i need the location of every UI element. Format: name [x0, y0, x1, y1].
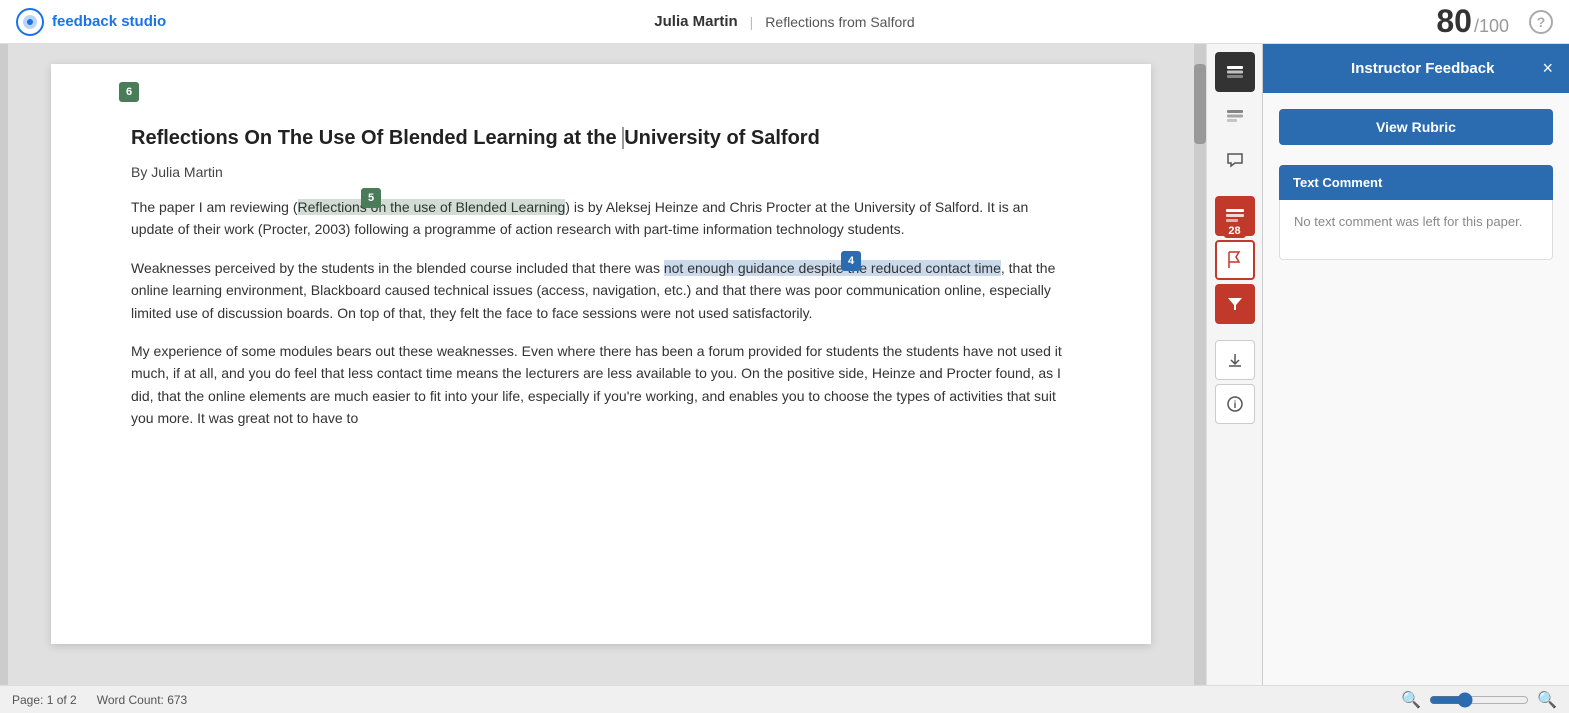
- para1-highlight: Reflections on the use of Blended Learni…: [298, 199, 566, 215]
- layers-tool-button[interactable]: [1215, 52, 1255, 92]
- paragraph-2: Weaknesses perceived by the students in …: [131, 257, 1071, 324]
- layers-icon: [1225, 62, 1245, 82]
- badge-6-container: 6: [119, 82, 139, 104]
- panel-body: View Rubric Text Comment No text comment…: [1263, 93, 1569, 685]
- speech-icon: [1225, 150, 1245, 170]
- panel-close-button[interactable]: ×: [1542, 58, 1553, 79]
- para1-pre: The paper I am reviewing (: [131, 199, 298, 215]
- rubric-icon: [1225, 208, 1245, 224]
- paper-author: By Julia Martin: [131, 164, 1071, 180]
- download-icon: [1227, 352, 1243, 368]
- score-number: 80: [1436, 3, 1472, 40]
- logo: feedback studio: [16, 8, 166, 36]
- info-tool-button[interactable]: i: [1215, 384, 1255, 424]
- document-area[interactable]: 6 Reflections On The Use Of Blended Lear…: [8, 44, 1194, 685]
- paper-title: Reflections On The Use Of Blended Learni…: [131, 124, 1071, 152]
- footer-left: Page: 1 of 2 Word Count: 673: [12, 693, 187, 707]
- text-comment-header: Text Comment: [1279, 165, 1553, 200]
- panel-title: Instructor Feedback: [1351, 60, 1494, 77]
- annotation-badge-5[interactable]: 5: [361, 188, 381, 208]
- speech-tool-button[interactable]: [1215, 140, 1255, 180]
- para1-mid: ) is by Aleksej Heinze and Chris Procter: [565, 199, 811, 215]
- download-tool-button[interactable]: [1215, 340, 1255, 380]
- document-info: Julia Martin | Reflections from Salford: [654, 13, 914, 30]
- comments-icon: [1225, 106, 1245, 126]
- page-info: Page: 1 of 2: [12, 693, 77, 707]
- paragraph-3: My experience of some modules bears out …: [131, 340, 1071, 430]
- paragraph-1: The paper I am reviewing (Reflections on…: [131, 196, 1071, 241]
- rubric-tool-wrapper: 28: [1215, 196, 1255, 236]
- flag-icon: [1227, 251, 1243, 269]
- svg-text:i: i: [1233, 400, 1236, 411]
- main-content: 6 Reflections On The Use Of Blended Lear…: [0, 44, 1569, 685]
- logo-text: feedback studio: [52, 13, 166, 30]
- logo-icon: [16, 8, 44, 36]
- zoom-slider[interactable]: [1429, 692, 1529, 708]
- annotation-badge-4[interactable]: 4: [841, 251, 861, 271]
- right-panel: Instructor Feedback × View Rubric Text C…: [1262, 44, 1569, 685]
- info-icon: i: [1227, 396, 1243, 412]
- sidebar-tools: 28 i: [1206, 44, 1262, 685]
- scrollbar-thumb[interactable]: [1194, 64, 1206, 144]
- student-name: Julia Martin: [654, 13, 737, 30]
- document-page: 6 Reflections On The Use Of Blended Lear…: [51, 64, 1151, 644]
- panel-header: Instructor Feedback ×: [1263, 44, 1569, 93]
- left-edge: [0, 44, 8, 685]
- text-comment-body: No text comment was left for this paper.: [1279, 200, 1553, 260]
- view-rubric-button[interactable]: View Rubric: [1279, 109, 1553, 145]
- zoom-out-icon[interactable]: 🔍: [1401, 690, 1421, 710]
- paper-title-text-2: University of Salford: [624, 127, 820, 149]
- rubric-count: 28: [1223, 224, 1245, 238]
- annotation-badge-6[interactable]: 6: [119, 82, 139, 102]
- app-header: feedback studio Julia Martin | Reflectio…: [0, 0, 1569, 44]
- zoom-in-icon[interactable]: 🔍: [1537, 690, 1557, 710]
- footer: Page: 1 of 2 Word Count: 673 🔍 🔍: [0, 685, 1569, 713]
- doc-title: Reflections from Salford: [765, 14, 914, 30]
- comments-tool-button[interactable]: [1215, 96, 1255, 136]
- paper-title-text-1: Reflections On The Use Of Blended Learni…: [131, 127, 622, 149]
- score-area: 80 /100: [1436, 3, 1509, 40]
- filter-icon: [1227, 296, 1243, 312]
- scrollbar[interactable]: [1194, 44, 1206, 685]
- help-icon[interactable]: ?: [1529, 10, 1553, 34]
- zoom-area: 🔍 🔍: [1401, 690, 1557, 710]
- word-count: Word Count: 673: [97, 693, 188, 707]
- score-total: /100: [1474, 16, 1509, 37]
- filter-tool-button[interactable]: [1215, 284, 1255, 324]
- para2-highlight: not enough guidance despite the reduced …: [664, 260, 1001, 276]
- para2-pre: Weaknesses perceived by the students in …: [131, 260, 664, 276]
- flag-tool-button[interactable]: [1215, 240, 1255, 280]
